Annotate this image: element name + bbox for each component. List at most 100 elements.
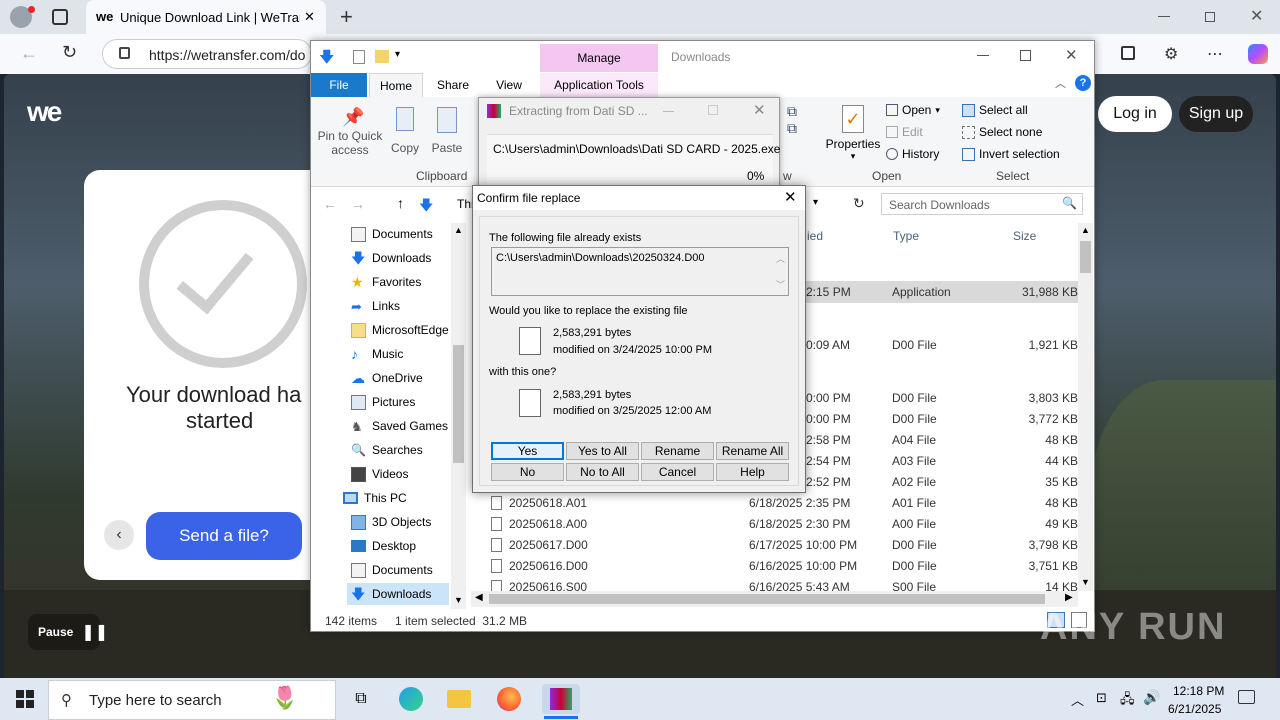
tray-network-icon[interactable]: 🖧 — [1120, 690, 1135, 712]
minimize-icon[interactable] — [1158, 16, 1170, 17]
properties-button[interactable]: ✓ Properties ▾ — [825, 103, 881, 167]
file-scroll-up-icon[interactable]: ▲ — [1081, 225, 1090, 235]
h-scroll-right-icon[interactable]: ▶ — [1065, 592, 1073, 603]
wetransfer-logo[interactable]: we — [27, 96, 62, 128]
path-scroll-down-icon[interactable]: ﹀ — [776, 278, 785, 291]
ribbon-collapse-icon[interactable]: ︿ — [1055, 75, 1066, 91]
nav-scroll-up-icon[interactable]: ▲ — [454, 225, 463, 235]
nav-item-onedrive[interactable]: ☁ OneDrive — [351, 367, 491, 389]
explorer-close-icon[interactable]: ✕ — [1065, 46, 1078, 64]
nav-scroll-thumb[interactable] — [453, 345, 464, 463]
nav-item-downloads-pc[interactable]: 🡇 Downloads — [347, 583, 449, 605]
copy-button[interactable]: Copy — [387, 103, 423, 167]
extract-close-icon[interactable]: ✕ — [753, 101, 766, 119]
column-type[interactable]: Type — [893, 229, 919, 243]
extensions-icon[interactable]: ⚙ — [1164, 44, 1178, 64]
nav-item-desktop[interactable]: Desktop — [351, 535, 491, 557]
file-row[interactable]: 20250616.D00 6/16/2025 10:00 PM D00 File 3,… — [486, 556, 1086, 577]
nav-item-music[interactable]: ♪ Music — [351, 343, 491, 365]
invert-selection-button[interactable]: Invert selection — [962, 147, 1060, 161]
nav-item-videos[interactable]: Videos — [351, 463, 491, 485]
organize-icons[interactable]: ⧉ ⧉ — [787, 103, 811, 143]
file-explorer-taskbar-icon[interactable] — [444, 684, 474, 714]
tab-view[interactable]: View — [483, 73, 535, 97]
tab-share[interactable]: Share — [427, 73, 479, 97]
pause-button[interactable]: Pause ❚❚ — [28, 614, 108, 650]
no-to-all-button[interactable]: No to All — [566, 463, 639, 481]
path-scroll-up-icon[interactable]: ︿ — [776, 252, 785, 265]
select-none-button[interactable]: Select none — [962, 125, 1042, 139]
nav-item-documents[interactable]: Documents — [351, 223, 491, 245]
back-icon[interactable]: ← — [20, 43, 38, 64]
qat-folder-icon[interactable] — [375, 50, 389, 63]
file-scroll-down-icon[interactable]: ▼ — [1081, 577, 1090, 587]
rename-button[interactable]: Rename — [641, 442, 714, 460]
history-button[interactable]: History — [886, 147, 939, 161]
tab-close-icon[interactable]: ✕ — [304, 9, 315, 25]
edge-taskbar-icon[interactable] — [396, 684, 426, 714]
open-button[interactable]: Open ▾ — [886, 103, 940, 117]
qat-properties-icon[interactable] — [353, 50, 365, 64]
extract-maximize-icon[interactable] — [708, 105, 718, 115]
nav-up-icon[interactable]: ↑ — [397, 195, 404, 211]
nav-item-links[interactable]: ➦ Links — [351, 295, 491, 317]
browser-tab[interactable]: we Unique Download Link | WeTransf ✕ — [86, 0, 326, 34]
file-horizontal-scrollbar[interactable]: ◀ ▶ — [471, 591, 1078, 607]
notifications-icon[interactable] — [1238, 690, 1255, 704]
explorer-maximize-icon[interactable] — [1020, 50, 1031, 61]
login-button[interactable]: Log in — [1098, 96, 1172, 132]
h-scroll-thumb[interactable] — [489, 594, 1045, 604]
help-button[interactable]: Help — [716, 463, 789, 481]
cancel-button[interactable]: Cancel — [641, 463, 714, 481]
tab-file[interactable]: File — [311, 73, 367, 97]
qat-dropdown-icon[interactable]: ▾ — [395, 49, 400, 60]
tab-home[interactable]: Home — [369, 73, 423, 97]
nav-item-microsoftedge[interactable]: MicrosoftEdge — [351, 319, 491, 341]
nav-item-documents-pc[interactable]: Documents — [351, 559, 491, 581]
explorer-minimize-icon[interactable] — [977, 55, 989, 56]
nav-scrollbar[interactable]: ▲ ▼ — [451, 223, 466, 609]
file-scroll-thumb[interactable] — [1080, 241, 1091, 273]
file-vertical-scrollbar[interactable]: ▲ ▼ — [1078, 223, 1093, 591]
address-dropdown-icon[interactable]: ▾ — [813, 197, 818, 208]
refresh-icon[interactable]: ↻ — [62, 42, 77, 63]
signup-button[interactable]: Sign up — [1179, 96, 1253, 132]
edit-button[interactable]: Edit — [886, 125, 923, 139]
file-row[interactable]: 20250618.A01 6/18/2025 2:35 PM A01 File 48 … — [486, 493, 1086, 514]
nav-item-saved-games[interactable]: ♞ Saved Games — [351, 415, 491, 437]
rename-all-button[interactable]: Rename All — [716, 442, 789, 460]
task-view-icon[interactable]: ⧉ — [346, 684, 376, 714]
confirm-close-icon[interactable]: ✕ — [784, 188, 797, 206]
no-button[interactable]: No — [491, 463, 564, 481]
nav-item-favorites[interactable]: ★ Favorites — [351, 271, 491, 293]
back-arrow-button[interactable]: ‹ — [104, 520, 134, 550]
clock-date[interactable]: 6/21/2025 — [1168, 702, 1221, 716]
nav-item-searches[interactable]: 🔍 Searches — [351, 439, 491, 461]
yes-to-all-button[interactable]: Yes to All — [566, 442, 639, 460]
tray-volume-icon[interactable]: 🔊 — [1143, 689, 1160, 706]
nav-forward-icon[interactable]: → — [351, 196, 365, 212]
pin-quick-access-button[interactable]: 📌 Pin to Quick access — [317, 103, 383, 167]
nav-item-3d-objects[interactable]: 3D Objects — [351, 511, 491, 533]
nav-back-icon[interactable]: ← — [323, 196, 337, 212]
select-all-button[interactable]: Select all — [962, 103, 1028, 117]
url-field[interactable]: https://wetransfer.com/do — [102, 39, 312, 69]
collections-icon[interactable] — [1121, 46, 1135, 60]
file-row[interactable]: 20250617.D00 6/17/2025 10:00 PM D00 File 3,… — [486, 535, 1086, 556]
clock-time[interactable]: 12:18 PM — [1173, 684, 1224, 698]
copilot-icon[interactable] — [1248, 44, 1268, 64]
paste-button[interactable]: Paste — [429, 103, 465, 167]
tab-actions-icon[interactable] — [52, 9, 68, 25]
yes-button[interactable]: Yes — [491, 442, 564, 460]
help-icon[interactable]: ? — [1075, 75, 1091, 91]
restore-icon[interactable] — [1205, 12, 1215, 22]
search-box[interactable]: Search Downloads 🔍 — [881, 193, 1083, 215]
more-icon[interactable]: ⋯ — [1207, 44, 1223, 64]
column-size[interactable]: Size — [1013, 229, 1036, 243]
firefox-taskbar-icon[interactable] — [494, 684, 524, 714]
h-scroll-left-icon[interactable]: ◀ — [475, 592, 483, 603]
start-button[interactable] — [10, 684, 40, 714]
close-window-icon[interactable]: ✕ — [1250, 6, 1263, 26]
qat-down-arrow-icon[interactable]: 🡇 — [319, 47, 334, 72]
address-refresh-icon[interactable]: ↻ — [853, 195, 865, 212]
